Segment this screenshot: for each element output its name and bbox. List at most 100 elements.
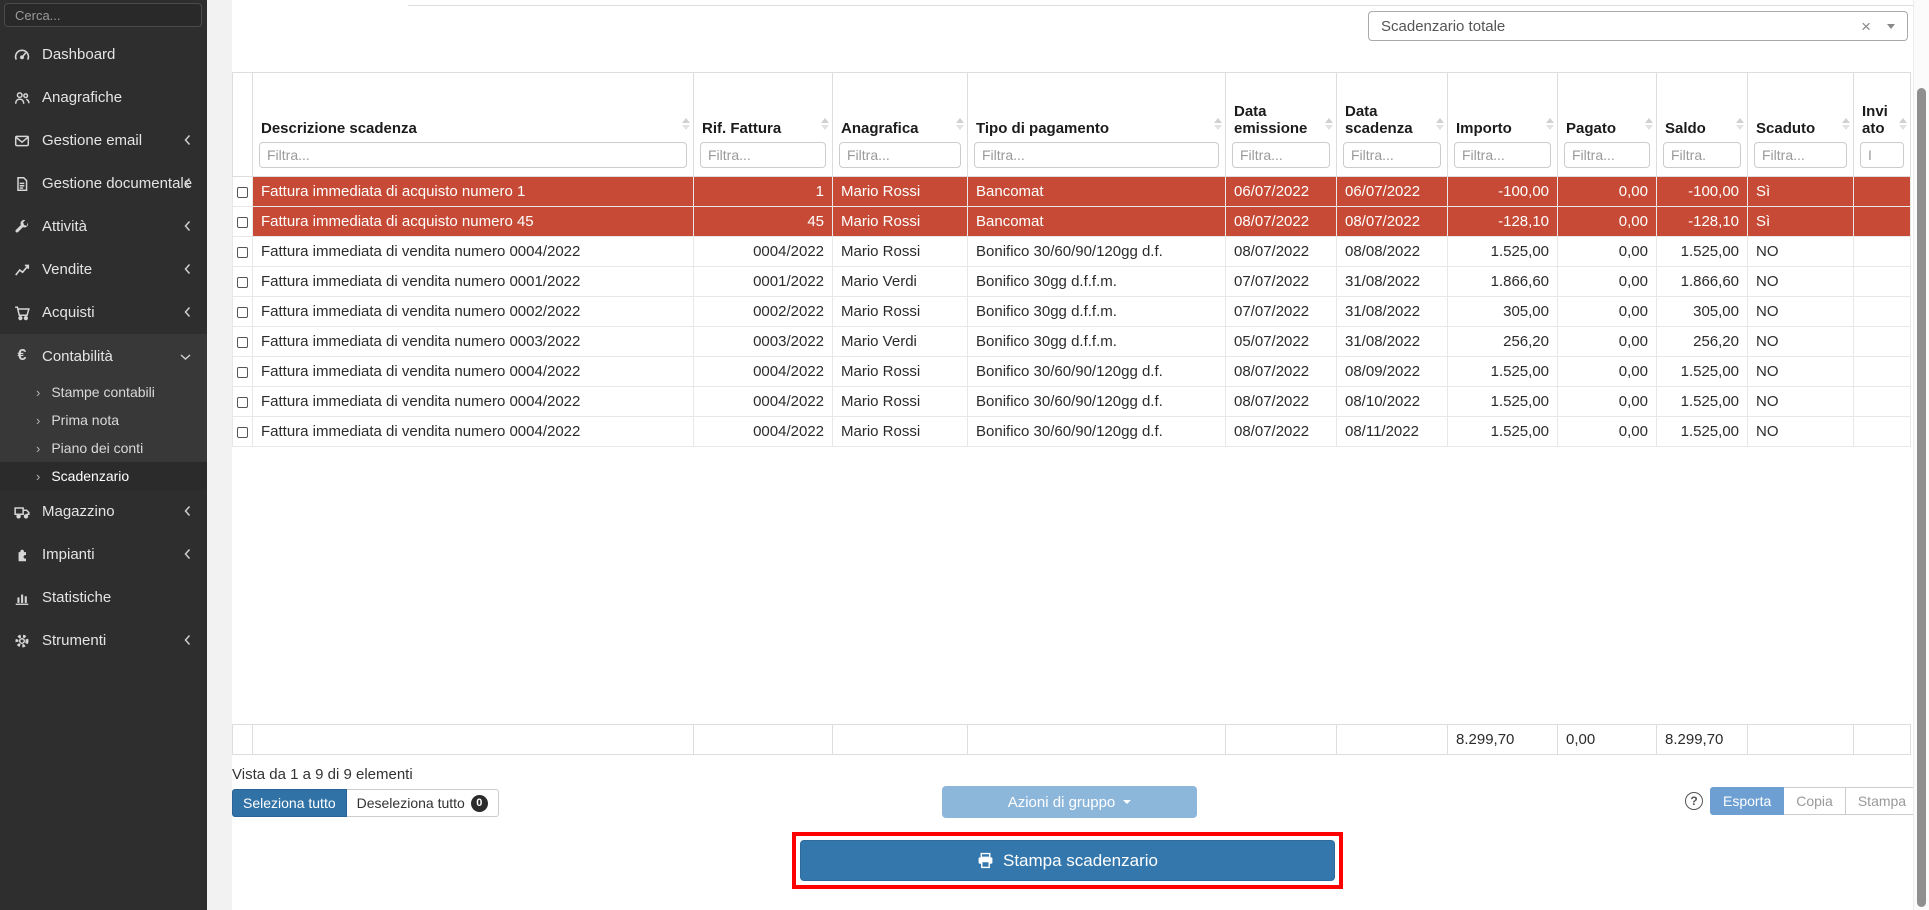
row-checkbox[interactable]: [237, 307, 248, 318]
sidebar-search-input[interactable]: [13, 7, 193, 24]
cell-tipo: Bancomat: [968, 207, 1226, 237]
cell-descrizione: Fattura immediata di vendita numero 0004…: [253, 387, 694, 417]
header-data-emissione[interactable]: Data emissione: [1226, 73, 1337, 177]
totals-cell-empty: [233, 725, 253, 755]
table-row[interactable]: Fattura immediata di vendita numero 0004…: [233, 387, 1911, 417]
help-icon[interactable]: ?: [1685, 792, 1703, 810]
table-row[interactable]: Fattura immediata di vendita numero 0003…: [233, 327, 1911, 357]
filter-pagato-input[interactable]: [1564, 142, 1650, 168]
sort-icon[interactable]: [1214, 118, 1222, 130]
annotation-highlight-box: Stampa scadenzario: [792, 832, 1343, 889]
header-scaduto[interactable]: Scaduto: [1748, 73, 1854, 177]
cell-rif: 45: [694, 207, 833, 237]
copy-button[interactable]: Copia: [1784, 787, 1846, 815]
print-schedule-button[interactable]: Stampa scadenzario: [800, 840, 1335, 881]
cell-emissione: 07/07/2022: [1226, 267, 1337, 297]
filter-tipo-pagamento-input[interactable]: [974, 142, 1219, 168]
cell-importo: 1.866,60: [1448, 267, 1558, 297]
scrollbar-thumb[interactable]: [1917, 88, 1926, 907]
sort-icon[interactable]: [1645, 118, 1653, 130]
print-button[interactable]: Stampa: [1846, 787, 1919, 815]
sort-icon[interactable]: [682, 118, 690, 130]
select-caret-icon[interactable]: [1887, 24, 1895, 29]
sidebar-subitem-stampe-contabili[interactable]: › Stampe contabili: [0, 378, 207, 406]
cell-pagato: 0,00: [1558, 417, 1657, 447]
filter-data-emissione-input[interactable]: [1232, 142, 1330, 168]
table-row[interactable]: Fattura immediata di vendita numero 0001…: [233, 267, 1911, 297]
sidebar-item-gestione-documentale[interactable]: Gestione documentale: [0, 162, 207, 205]
cell-inviato: [1854, 417, 1911, 447]
sort-icon[interactable]: [1842, 118, 1850, 130]
header-descrizione[interactable]: Descrizione scadenza: [253, 73, 694, 177]
sidebar-item-impianti[interactable]: Impianti: [0, 533, 207, 576]
sort-icon[interactable]: [1546, 118, 1554, 130]
row-select-cell: [233, 387, 253, 417]
filter-saldo-input[interactable]: [1663, 142, 1741, 168]
sidebar-item-contabilita[interactable]: € Contabilità: [0, 334, 207, 378]
cell-inviato: [1854, 267, 1911, 297]
sidebar-item-magazzino[interactable]: Magazzino: [0, 490, 207, 533]
table-row[interactable]: Fattura immediata di vendita numero 0004…: [233, 237, 1911, 267]
sidebar-item-dashboard[interactable]: Dashboard: [0, 33, 207, 76]
select-all-button[interactable]: Seleziona tutto: [232, 789, 347, 817]
sidebar-item-gestione-email[interactable]: Gestione email: [0, 119, 207, 162]
cell-saldo: -100,00: [1657, 177, 1748, 207]
header-saldo[interactable]: Saldo: [1657, 73, 1748, 177]
row-checkbox[interactable]: [237, 427, 248, 438]
sidebar-item-statistiche[interactable]: Statistiche: [0, 576, 207, 619]
sidebar-subitem-scadenzario[interactable]: › Scadenzario: [0, 462, 207, 490]
header-tipo-pagamento[interactable]: Tipo di pagamento: [968, 73, 1226, 177]
table-row[interactable]: Fattura immediata di acquisto numero 454…: [233, 207, 1911, 237]
sort-icon[interactable]: [821, 118, 829, 130]
table-row[interactable]: Fattura immediata di vendita numero 0002…: [233, 297, 1911, 327]
sidebar-item-attivita[interactable]: Attività: [0, 205, 207, 248]
filter-descrizione-input[interactable]: [259, 142, 687, 168]
sidebar: Dashboard Anagrafiche Gestione email Ges…: [0, 0, 207, 910]
cell-emissione: 05/07/2022: [1226, 327, 1337, 357]
filter-importo-input[interactable]: [1454, 142, 1551, 168]
filter-inviato-input[interactable]: [1860, 142, 1904, 168]
sidebar-subitem-prima-nota[interactable]: › Prima nota: [0, 406, 207, 434]
table-row[interactable]: Fattura immediata di vendita numero 0004…: [233, 357, 1911, 387]
sort-icon[interactable]: [956, 118, 964, 130]
sidebar-item-anagrafiche[interactable]: Anagrafiche: [0, 76, 207, 119]
sidebar-item-strumenti[interactable]: Strumenti: [0, 619, 207, 662]
header-anagrafica[interactable]: Anagrafica: [833, 73, 968, 177]
row-checkbox[interactable]: [237, 247, 248, 258]
cell-tipo: Bonifico 30gg d.f.f.m.: [968, 297, 1226, 327]
sidebar-item-vendite[interactable]: Vendite: [0, 248, 207, 291]
row-checkbox[interactable]: [237, 217, 248, 228]
cell-importo: 256,20: [1448, 327, 1558, 357]
filter-scaduto-input[interactable]: [1754, 142, 1847, 168]
sidebar-item-label: Vendite: [42, 261, 92, 278]
sidebar-item-acquisti[interactable]: Acquisti: [0, 291, 207, 334]
cell-emissione: 08/07/2022: [1226, 387, 1337, 417]
filter-data-scadenza-input[interactable]: [1343, 142, 1441, 168]
chevron-right-icon: ›: [36, 469, 40, 484]
deselect-all-button[interactable]: Deseleziona tutto 0: [347, 789, 499, 817]
sort-icon[interactable]: [1325, 118, 1333, 130]
sort-icon[interactable]: [1436, 118, 1444, 130]
row-checkbox[interactable]: [237, 187, 248, 198]
chevron-left-icon: [184, 546, 191, 563]
sidebar-subitem-piano-dei-conti[interactable]: › Piano dei conti: [0, 434, 207, 462]
filter-rif-fattura-input[interactable]: [700, 142, 826, 168]
group-actions-button[interactable]: Azioni di gruppo: [942, 786, 1197, 818]
row-checkbox[interactable]: [237, 397, 248, 408]
export-button[interactable]: Esporta: [1710, 787, 1784, 815]
header-data-scadenza[interactable]: Data scadenza: [1337, 73, 1448, 177]
clear-selection-icon[interactable]: ×: [1861, 18, 1871, 35]
row-checkbox[interactable]: [237, 367, 248, 378]
table-row[interactable]: Fattura immediata di vendita numero 0004…: [233, 417, 1911, 447]
row-checkbox[interactable]: [237, 337, 248, 348]
sort-icon[interactable]: [1899, 118, 1907, 130]
header-rif-fattura[interactable]: Rif. Fattura: [694, 73, 833, 177]
sort-icon[interactable]: [1736, 118, 1744, 130]
filter-anagrafica-input[interactable]: [839, 142, 961, 168]
table-row[interactable]: Fattura immediata di acquisto numero 11M…: [233, 177, 1911, 207]
schedule-view-select[interactable]: Scadenzario totale ×: [1368, 11, 1908, 41]
header-pagato[interactable]: Pagato: [1558, 73, 1657, 177]
header-importo[interactable]: Importo: [1448, 73, 1558, 177]
row-checkbox[interactable]: [237, 277, 248, 288]
header-inviato[interactable]: Inviato: [1854, 73, 1911, 177]
